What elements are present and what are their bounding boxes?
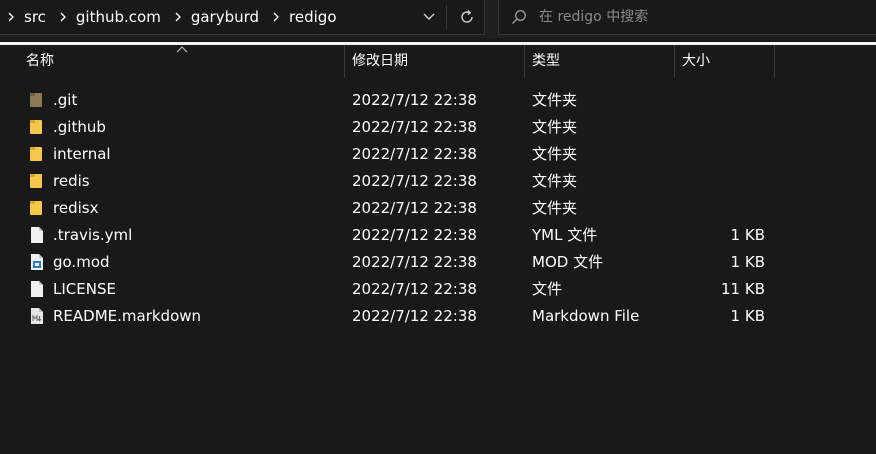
list-item[interactable]: redisx 2022/7/12 22:38 文件夹 xyxy=(0,195,876,222)
file-date: 2022/7/12 22:38 xyxy=(352,226,477,244)
file-name: .travis.yml xyxy=(53,226,133,244)
address-bar[interactable]: src github.com garyburd redigo xyxy=(0,0,485,35)
file-name: internal xyxy=(53,145,111,163)
address-history-button[interactable] xyxy=(414,0,444,34)
file-type: 文件夹 xyxy=(532,199,578,217)
file-date: 2022/7/12 22:38 xyxy=(352,118,477,136)
mod-file-icon xyxy=(31,254,43,270)
file-list: .git 2022/7/12 22:38 文件夹 .github 2022/7/… xyxy=(0,87,876,330)
column-resize-handle[interactable] xyxy=(774,45,775,78)
file-icon xyxy=(31,281,43,297)
column-header-size[interactable]: 大小 xyxy=(674,45,710,78)
list-item[interactable]: LICENSE 2022/7/12 22:38 文件 11 KB xyxy=(0,276,876,303)
breadcrumb-garyburd[interactable]: garyburd xyxy=(189,0,265,34)
file-name: .github xyxy=(53,118,106,136)
breadcrumb-redigo[interactable]: redigo xyxy=(287,0,342,34)
file-name: redisx xyxy=(53,199,99,217)
file-name: go.mod xyxy=(53,253,110,271)
search-box[interactable] xyxy=(498,0,876,35)
column-header-name[interactable]: 名称 xyxy=(18,45,54,78)
chevron-right-icon[interactable] xyxy=(265,0,287,34)
toolbar: src github.com garyburd redigo xyxy=(0,0,876,38)
file-size xyxy=(680,87,765,114)
search-input[interactable] xyxy=(539,9,859,25)
file-type: MOD 文件 xyxy=(532,253,604,271)
list-item[interactable]: .travis.yml 2022/7/12 22:38 YML 文件 1 KB xyxy=(0,222,876,249)
refresh-button[interactable] xyxy=(452,0,482,34)
file-type: 文件夹 xyxy=(532,91,578,109)
chevron-down-icon xyxy=(423,13,435,20)
file-size xyxy=(680,114,765,141)
folder-icon xyxy=(30,147,42,161)
folder-icon xyxy=(30,120,42,134)
markdown-file-icon xyxy=(31,308,43,324)
refresh-icon xyxy=(461,10,473,23)
folder-icon xyxy=(30,174,42,188)
file-type: 文件 xyxy=(532,280,563,298)
chevron-right-icon[interactable] xyxy=(167,0,189,34)
file-date: 2022/7/12 22:38 xyxy=(352,199,477,217)
breadcrumb-github-com[interactable]: github.com xyxy=(74,0,167,34)
file-type: 文件夹 xyxy=(532,172,578,190)
file-size: 1 KB xyxy=(730,307,765,325)
file-size: 11 KB xyxy=(721,280,765,298)
chevron-right-icon[interactable] xyxy=(52,0,74,34)
file-size xyxy=(680,168,765,195)
list-item[interactable]: redis 2022/7/12 22:38 文件夹 xyxy=(0,168,876,195)
folder-icon xyxy=(30,201,42,215)
file-name: redis xyxy=(53,172,90,190)
list-item[interactable]: .git 2022/7/12 22:38 文件夹 xyxy=(0,87,876,114)
file-date: 2022/7/12 22:38 xyxy=(352,172,477,190)
breadcrumb: src github.com garyburd redigo xyxy=(0,0,343,34)
file-size xyxy=(680,195,765,222)
file-date: 2022/7/12 22:38 xyxy=(352,91,477,109)
file-date: 2022/7/12 22:38 xyxy=(352,145,477,163)
file-name: LICENSE xyxy=(53,280,116,298)
list-item[interactable]: README.markdown 2022/7/12 22:38 Markdown… xyxy=(0,303,876,330)
column-header: 名称 修改日期 类型 大小 xyxy=(0,45,876,78)
file-name: README.markdown xyxy=(53,307,202,325)
column-header-date[interactable]: 修改日期 xyxy=(344,45,408,78)
file-size: 1 KB xyxy=(730,253,765,271)
file-type: Markdown File xyxy=(532,307,640,325)
file-type: YML 文件 xyxy=(532,226,598,244)
sort-ascending-icon[interactable] xyxy=(176,45,188,53)
file-size xyxy=(680,141,765,168)
file-name: .git xyxy=(53,91,78,109)
list-item[interactable]: go.mod 2022/7/12 22:38 MOD 文件 1 KB xyxy=(0,249,876,276)
file-type: 文件夹 xyxy=(532,118,578,136)
breadcrumb-src[interactable]: src xyxy=(22,0,52,34)
file-size: 1 KB xyxy=(730,226,765,244)
search-icon xyxy=(499,0,539,34)
chevron-right-icon[interactable] xyxy=(0,0,22,34)
file-type: 文件夹 xyxy=(532,145,578,163)
divider xyxy=(446,5,447,29)
folder-icon xyxy=(30,93,42,107)
list-item[interactable]: .github 2022/7/12 22:38 文件夹 xyxy=(0,114,876,141)
column-header-type[interactable]: 类型 xyxy=(524,45,560,78)
file-date: 2022/7/12 22:38 xyxy=(352,253,477,271)
file-icon xyxy=(31,227,43,243)
file-date: 2022/7/12 22:38 xyxy=(352,307,477,325)
list-item[interactable]: internal 2022/7/12 22:38 文件夹 xyxy=(0,141,876,168)
file-date: 2022/7/12 22:38 xyxy=(352,280,477,298)
